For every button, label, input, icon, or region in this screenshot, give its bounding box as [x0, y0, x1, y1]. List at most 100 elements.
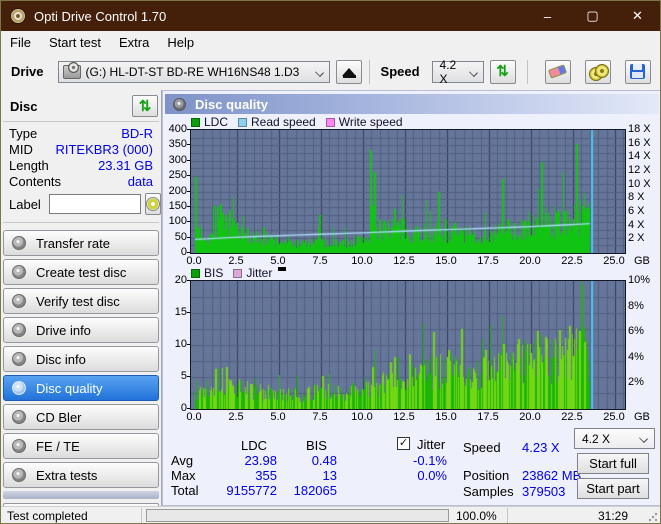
- toolbar: Drive (G:) HL-DT-ST BD-RE WH16NS48 1.D3 …: [1, 53, 660, 90]
- y-axis-right-tick: 10 X: [628, 178, 651, 190]
- status-text: Test completed: [7, 509, 88, 523]
- disc-field-row: Type BD-R: [1, 126, 161, 142]
- refresh-button[interactable]: ⇅: [489, 59, 516, 84]
- x-axis-tick: 2.5: [228, 255, 244, 267]
- save-icon: [630, 64, 646, 79]
- ldc-total-value: 9155772: [226, 483, 277, 498]
- y-axis-right-tick: 10%: [628, 274, 651, 286]
- disc-field-value: 23.31 GB: [98, 158, 153, 173]
- statusbar: Test completed 100.0% 31:29: [1, 506, 660, 523]
- x-axis-tick: 25.0: [603, 411, 625, 423]
- x-axis-tick: 17.5: [477, 411, 499, 423]
- menubar: File Start test Extra Help: [1, 31, 660, 53]
- jitter-checkbox[interactable]: ✓: [397, 437, 410, 450]
- menu-item-help[interactable]: Help: [158, 33, 203, 52]
- position-stat-value: 23862 MB: [522, 468, 582, 483]
- x-axis-tick: 5.0: [270, 255, 286, 267]
- disc-tools-button[interactable]: [584, 59, 611, 84]
- cd-icon: [12, 468, 26, 482]
- write-label-button[interactable]: [144, 193, 161, 215]
- sidebar-item-extra-tests[interactable]: Extra tests: [3, 462, 159, 488]
- cd-icon: [12, 265, 26, 279]
- x-axis-tick: 17.5: [477, 255, 499, 267]
- speed-select[interactable]: 4.2 X: [431, 58, 484, 86]
- menu-item-extra[interactable]: Extra: [110, 33, 158, 52]
- x-axis-tick: 22.5: [561, 255, 583, 267]
- x-axis-unit: GB: [634, 411, 650, 423]
- sidebar-item-label: Drive info: [36, 322, 91, 338]
- start-part-button[interactable]: Start part: [577, 478, 649, 499]
- app-window: Opti Drive Control 1.70 – ▢ ✕ File Start …: [0, 0, 661, 524]
- maximize-button[interactable]: ▢: [570, 1, 615, 31]
- x-axis-tick: 7.5: [312, 411, 328, 423]
- y-axis-tick: 5: [180, 370, 187, 382]
- cd-icon: [12, 236, 26, 250]
- sidebar-item-drive-info[interactable]: Drive info: [3, 317, 159, 343]
- samples-stat-label: Samples: [463, 484, 514, 499]
- sidebar-item-cd-bler[interactable]: CD Bler: [3, 404, 159, 430]
- legend-swatch-write-speed: [325, 117, 335, 127]
- menu-item-start-test[interactable]: Start test: [40, 33, 110, 52]
- x-axis-tick: 20.0: [519, 411, 541, 423]
- panel-title: Disc quality: [195, 96, 268, 112]
- jitter-max-value: 0.0%: [417, 468, 447, 483]
- bis-avg-value: 0.48: [311, 453, 337, 468]
- y-axis-tick: 15: [174, 306, 187, 318]
- sidebar-item-verify-test-disc[interactable]: Verify test disc: [3, 288, 159, 314]
- y-axis-right-tick: 8 X: [628, 191, 645, 203]
- eraser-icon: [548, 64, 568, 79]
- disc-field-value: data: [127, 174, 153, 189]
- start-full-button[interactable]: Start full: [577, 453, 649, 474]
- cd-icon: [12, 323, 26, 337]
- cd-icon: [12, 439, 26, 453]
- discs-icon: [588, 63, 609, 81]
- stat-row-label: Total: [171, 483, 199, 498]
- y-axis-right-tick: 6%: [628, 325, 644, 337]
- y-axis-tick: 10: [174, 338, 187, 350]
- sidebar-item-label: Extra tests: [36, 467, 98, 483]
- x-axis-tick: 5.0: [270, 411, 286, 423]
- disc-field-label: MID: [9, 142, 33, 157]
- save-button[interactable]: [624, 59, 651, 84]
- legend-marker: [278, 267, 287, 271]
- erase-disc-button[interactable]: [544, 59, 571, 84]
- sidebar-nav: Transfer rate Create test disc Verify test…: [1, 227, 161, 488]
- x-axis-tick: 12.5: [393, 255, 415, 267]
- speed-stat-label: Speed: [463, 440, 501, 455]
- bis-chart-legend: BIS Jitter: [191, 266, 287, 280]
- sidebar-item-label: Verify test disc: [36, 293, 120, 309]
- progress-percent: 100.0%: [456, 509, 497, 523]
- label-input[interactable]: [48, 194, 141, 214]
- disc-field-row: Length 23.31 GB: [1, 158, 161, 174]
- sidebar-item-disc-quality[interactable]: Disc quality: [3, 375, 159, 401]
- x-axis-tick: 22.5: [561, 411, 583, 423]
- test-speed-select-value: 4.2 X: [582, 431, 611, 446]
- sidebar-item-create-test-disc[interactable]: Create test disc: [3, 259, 159, 285]
- drive-select-value: (G:) HL-DT-ST BD-RE WH16NS48 1.D3: [85, 64, 300, 79]
- eject-button[interactable]: [335, 59, 362, 84]
- test-speed-select[interactable]: 4.2 X: [574, 428, 655, 449]
- window-title: Opti Drive Control 1.70: [34, 8, 167, 24]
- sidebar-item-fe-te[interactable]: FE / TE: [3, 433, 159, 459]
- disc-quality-icon: [173, 97, 186, 111]
- sidebar-item-transfer-rate[interactable]: Transfer rate: [3, 230, 159, 256]
- sidebar-item-disc-info[interactable]: Disc info: [3, 346, 159, 372]
- chevron-down-icon: [468, 67, 478, 77]
- disc-field-label: Length: [9, 158, 49, 173]
- ldc-max-value: 355: [255, 468, 277, 483]
- disc-refresh-button[interactable]: ⇅: [132, 95, 158, 117]
- panel-header: Disc quality: [165, 94, 659, 114]
- legend-swatch-jitter: [233, 268, 243, 278]
- drive-select[interactable]: (G:) HL-DT-ST BD-RE WH16NS48 1.D3: [57, 60, 330, 83]
- stat-row-label: Max: [171, 468, 196, 483]
- close-button[interactable]: ✕: [615, 1, 660, 31]
- y-axis-right-tick: 12 X: [628, 164, 651, 176]
- resize-grip[interactable]: [648, 512, 658, 522]
- y-axis-tick: 200: [168, 185, 187, 197]
- disc-field-label: Contents: [9, 174, 62, 189]
- sidebar-item-label: Create test disc: [36, 264, 127, 280]
- minimize-button[interactable]: –: [525, 1, 570, 31]
- menu-item-file[interactable]: File: [1, 33, 40, 52]
- cd-icon: [12, 410, 26, 424]
- y-axis-right-tick: 4%: [628, 351, 644, 363]
